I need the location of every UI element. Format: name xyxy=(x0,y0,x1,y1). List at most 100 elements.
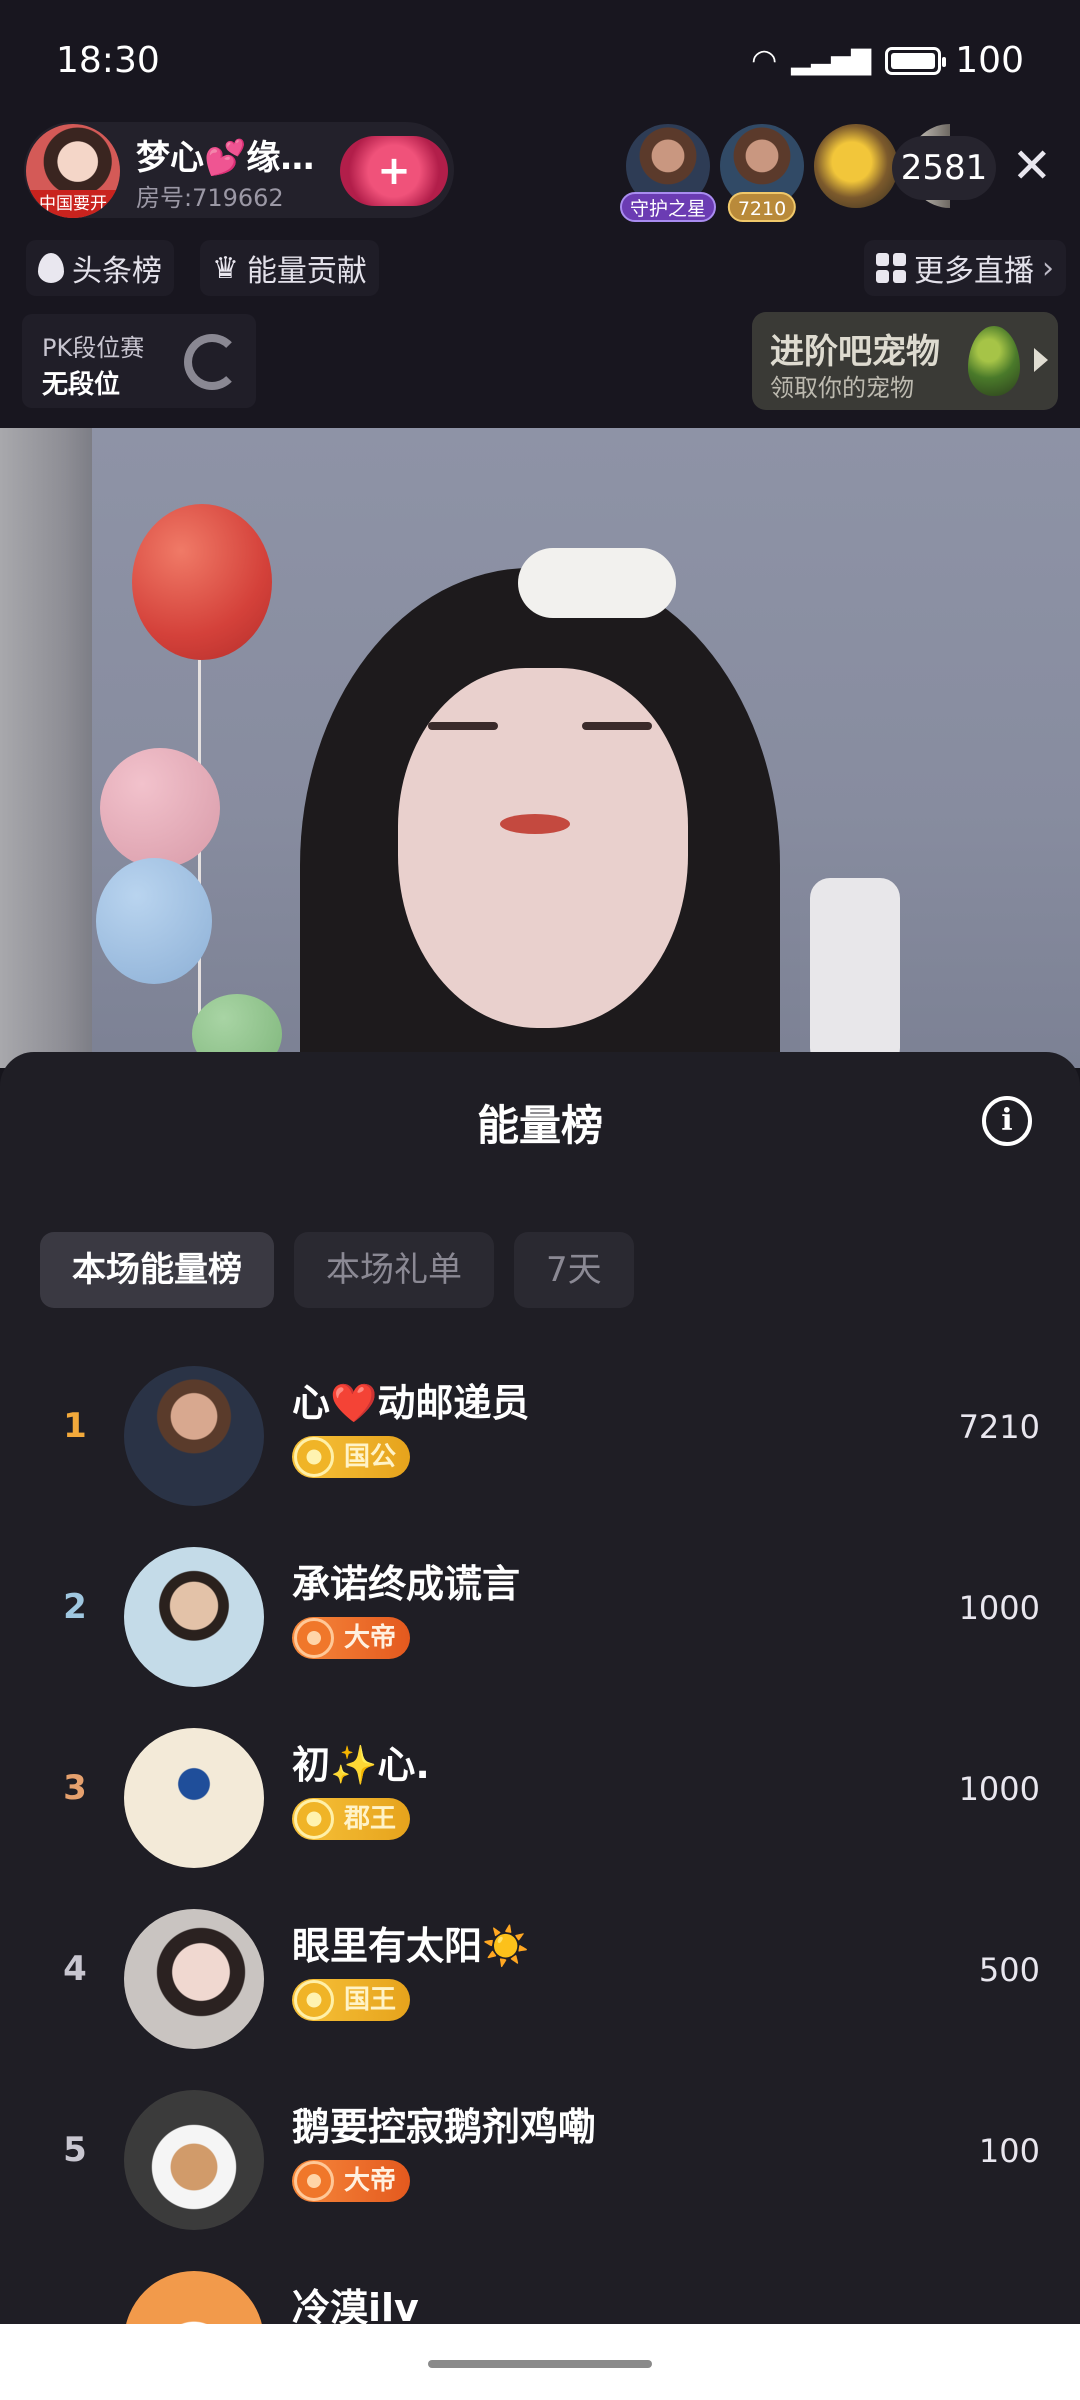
user-score: 1000 xyxy=(958,1770,1040,1808)
pk-rank-card[interactable]: PK段位赛 无段位 xyxy=(22,314,256,408)
curtain xyxy=(0,428,92,1068)
battery-icon xyxy=(885,46,947,75)
streamer xyxy=(260,548,820,1068)
follow-button[interactable]: + xyxy=(340,136,448,206)
status-right: ◠ ▂▃▅▇ 100 xyxy=(751,40,1024,81)
tab-gift-list[interactable]: 本场礼单 xyxy=(294,1232,494,1308)
status-time: 18:30 xyxy=(56,40,160,81)
balloon xyxy=(100,748,220,868)
balloon-string xyxy=(198,660,201,1060)
viewer-badge: 7210 xyxy=(727,192,797,222)
pk-rank: 无段位 xyxy=(42,370,121,400)
energy-contribution-label: 能量贡献 xyxy=(246,254,367,289)
rank-row[interactable]: 1 心❤️动邮递员 国公 7210 xyxy=(0,1352,1080,1533)
pet-subtitle: 领取你的宠物 xyxy=(770,374,914,402)
user-score: 500 xyxy=(978,1951,1040,1989)
user-name: 承诺终成谎言 xyxy=(292,1562,521,1606)
system-nav-bar xyxy=(0,2324,1080,2400)
rank-row[interactable]: 2 承诺终成谎言 大帝 1000 xyxy=(0,1533,1080,1714)
tab-7-days[interactable]: 7天 xyxy=(514,1232,634,1308)
hair-flower xyxy=(518,548,676,618)
user-title-badge: 大帝 xyxy=(292,1617,411,1659)
rank-row[interactable]: 4 眼里有太阳☀️ 国王 500 xyxy=(0,1895,1080,2076)
balloon xyxy=(96,858,212,984)
live-video[interactable] xyxy=(0,428,1080,1068)
medal-icon xyxy=(294,1980,334,2020)
rank-row[interactable]: 3 初✨心. 郡王 1000 xyxy=(0,1714,1080,1895)
status-bar: 18:30 ◠ ▂▃▅▇ 100 xyxy=(0,0,1080,120)
eye xyxy=(582,722,652,730)
rank-number: 5 xyxy=(63,2130,87,2170)
user-title-badge: 郡王 xyxy=(292,1798,411,1840)
user-score: 100 xyxy=(978,2132,1040,2170)
balloon xyxy=(132,504,272,660)
pk-swirl-icon xyxy=(184,334,240,390)
rank-number: 1 xyxy=(63,1406,87,1446)
tab-current-energy[interactable]: 本场能量榜 xyxy=(40,1232,274,1308)
rank-tabs: 本场能量榜 本场礼单 7天 xyxy=(40,1232,634,1308)
viewer-avatar[interactable]: 7210 xyxy=(720,124,804,222)
close-icon[interactable]: ✕ xyxy=(1012,140,1052,192)
viewer-count[interactable]: 2581 xyxy=(892,136,996,200)
flame-icon xyxy=(38,253,64,283)
pk-title: PK段位赛 xyxy=(42,334,145,362)
anchor-avatar[interactable]: 中国要开 xyxy=(26,124,120,218)
rank-number: 2 xyxy=(63,1587,87,1627)
user-name: 眼里有太阳☀️ xyxy=(292,1924,530,1968)
headline-rank-button[interactable]: 头条榜 xyxy=(26,240,174,296)
eye xyxy=(428,722,498,730)
info-icon[interactable]: i xyxy=(982,1096,1032,1146)
energy-contribution-button[interactable]: ♛ 能量贡献 xyxy=(200,240,379,296)
headline-rank-label: 头条榜 xyxy=(72,254,162,289)
user-avatar[interactable] xyxy=(124,1909,264,2049)
user-name: 初✨心. xyxy=(292,1743,430,1787)
chair xyxy=(810,878,900,1068)
live-header: 18:30 ◠ ▂▃▅▇ 100 中国要开 梦心💕缘… 房号:719662 + … xyxy=(0,0,1080,428)
signal-icon: ▂▃▅▇ xyxy=(791,45,872,76)
lips xyxy=(500,814,570,834)
chevron-right-icon: › xyxy=(1042,250,1054,286)
user-avatar[interactable] xyxy=(124,2090,264,2230)
user-title-label: 国王 xyxy=(344,1985,397,2015)
medal-icon xyxy=(294,1437,334,1477)
user-avatar[interactable] xyxy=(124,1728,264,1868)
user-title-badge: 国王 xyxy=(292,1979,411,2021)
medal-icon xyxy=(294,1618,334,1658)
user-title-badge: 大帝 xyxy=(292,2160,411,2202)
more-live-label: 更多直播 xyxy=(914,254,1034,289)
viewer-avatar[interactable]: 守护之星 xyxy=(619,124,717,222)
medal-icon xyxy=(294,1799,334,1839)
user-avatar[interactable] xyxy=(124,1366,264,1506)
crown-icon: ♛ xyxy=(212,250,239,286)
battery-level: 100 xyxy=(955,40,1024,81)
more-live-button[interactable]: 更多直播 › xyxy=(864,240,1066,296)
rank-row[interactable]: 5 鹅要控寂鹅剂鸡嘞 大帝 100 xyxy=(0,2076,1080,2257)
viewer-badge: 守护之星 xyxy=(619,192,717,222)
user-title-label: 大帝 xyxy=(344,1623,397,1653)
pet-promo-card[interactable]: 进阶吧宠物 领取你的宠物 xyxy=(752,312,1058,410)
pet-title: 进阶吧宠物 xyxy=(770,332,940,372)
medal-icon xyxy=(294,2161,334,2201)
rank-number: 4 xyxy=(63,1949,87,1989)
user-title-label: 郡王 xyxy=(344,1804,397,1834)
user-title-badge: 国公 xyxy=(292,1436,411,1478)
anchor-room-number: 房号:719662 xyxy=(136,184,284,212)
user-name: 鹅要控寂鹅剂鸡嘞 xyxy=(292,2105,597,2149)
pet-egg-icon xyxy=(968,326,1020,396)
grid-icon xyxy=(876,253,906,283)
anchor-avatar-tag: 中国要开 xyxy=(26,190,120,218)
sheet-title: 能量榜 xyxy=(476,1101,603,1150)
energy-rank-sheet: 能量榜 i 本场能量榜 本场礼单 7天 1 心❤️动邮递员 国公 7210 2 … xyxy=(0,1052,1080,2347)
rank-number: 3 xyxy=(63,1768,87,1808)
user-title-label: 国公 xyxy=(344,1442,397,1472)
anchor-name[interactable]: 梦心💕缘… xyxy=(136,130,314,179)
wifi-icon: ◠ xyxy=(751,43,778,78)
user-score: 1000 xyxy=(958,1589,1040,1627)
play-arrow-icon xyxy=(1034,348,1048,372)
user-score: 7210 xyxy=(958,1408,1040,1446)
home-indicator[interactable] xyxy=(428,2360,652,2368)
viewer-avatar[interactable] xyxy=(814,124,898,208)
rank-list: 1 心❤️动邮递员 国公 7210 2 承诺终成谎言 大帝 1000 3 初✨心… xyxy=(0,1352,1080,2347)
user-avatar[interactable] xyxy=(124,1547,264,1687)
user-title-label: 大帝 xyxy=(344,2166,397,2196)
